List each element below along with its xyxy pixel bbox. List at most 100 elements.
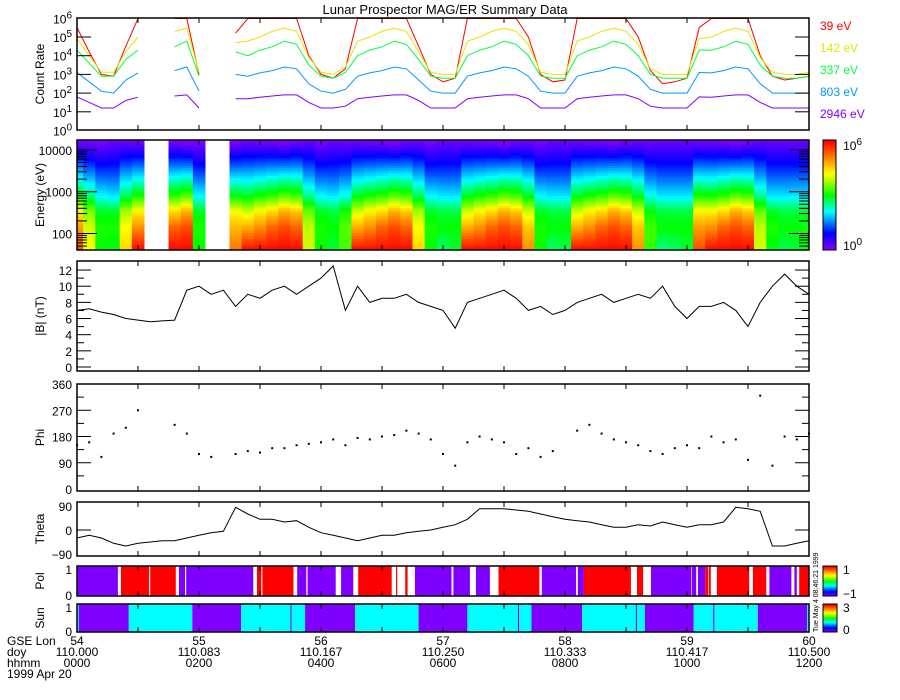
spectrogram-cell <box>119 215 133 219</box>
spectrogram-cell <box>363 142 377 146</box>
spectrogram-cell <box>729 230 743 234</box>
spectrogram-cell <box>558 182 572 186</box>
spectrogram-cell <box>314 190 328 194</box>
spectrogram-cell <box>95 177 108 181</box>
spectrogram-cell <box>131 205 145 209</box>
spectrogram-cell <box>607 142 621 146</box>
spectrogram-cell <box>424 233 438 236</box>
phi-tick-label: 180 <box>52 431 72 445</box>
spectrogram-cell <box>754 190 767 194</box>
spectrogram-cell <box>95 208 108 211</box>
spectrogram-cell <box>583 175 596 179</box>
spectrogram-cell <box>741 218 755 221</box>
spectrogram-cell <box>693 210 706 214</box>
spectrogram-cell <box>131 225 145 229</box>
spectrogram-cell <box>558 167 572 171</box>
spectrogram-cell <box>485 210 499 214</box>
spectrogram-cell <box>705 223 718 226</box>
spectrogram-cell <box>619 223 633 226</box>
spectrogram-cell <box>729 145 743 149</box>
spectrogram-cell <box>680 205 694 209</box>
spectrogram-cell <box>278 142 291 146</box>
spectrogram-cell <box>595 180 609 184</box>
spectrogram-cell <box>351 197 365 201</box>
spectrogram-cell <box>705 213 718 216</box>
spectrogram-cell <box>741 233 755 236</box>
spectrogram-cell <box>339 177 352 181</box>
spectrogram-cell <box>485 220 499 224</box>
spectrogram-cell <box>302 228 316 231</box>
spectrogram-cell <box>327 208 340 211</box>
spectrogram-cell <box>119 220 133 224</box>
spectrogram-cell <box>119 233 133 236</box>
spectrogram-cell <box>766 215 779 219</box>
spectrogram-cell <box>656 155 670 159</box>
spectrogram-cell <box>583 147 596 151</box>
spectrogram-cell <box>314 162 328 166</box>
spectrogram-cell <box>485 205 499 209</box>
spectrogram-cell <box>436 215 450 219</box>
spectrogram-cell <box>351 245 365 249</box>
spectrogram-cell <box>266 238 279 241</box>
spectrogram-cell <box>461 182 474 186</box>
spectrogram-cell <box>778 240 792 244</box>
spectrogram-cell <box>266 177 279 181</box>
spectrogram-cell <box>95 223 108 226</box>
spectrogram-cell <box>766 225 779 229</box>
spectrogram-cell <box>412 215 426 219</box>
spectrogram-cell <box>131 185 145 189</box>
polarity-segment <box>178 566 185 596</box>
spectrogram-cell <box>558 170 572 174</box>
spectrogram-cell <box>668 160 682 164</box>
spectrogram-cell <box>449 223 462 226</box>
spectrogram-cell <box>583 157 596 161</box>
spectrogram-cell <box>131 233 145 236</box>
spectrogram-cell <box>278 240 291 244</box>
phi-axis-title: Phi <box>33 429 47 446</box>
spectrogram-cell <box>339 215 352 219</box>
spectrogram-cell <box>290 147 304 151</box>
spectrogram-cell <box>632 185 645 189</box>
spectrogram-cell <box>192 230 206 234</box>
spectrogram-cell <box>741 215 755 219</box>
spectrogram-cell <box>424 162 438 166</box>
spectrogram-cell <box>266 147 279 151</box>
spectrogram-cell <box>327 220 340 224</box>
theta-axis-title: Theta <box>33 513 47 544</box>
spectrogram-cell <box>778 245 792 249</box>
spectrogram-cell <box>351 195 365 199</box>
spectrogram-cell <box>327 213 340 216</box>
spectrogram-cell <box>388 203 401 206</box>
spectrogram-cell <box>400 162 413 166</box>
spectrogram-cell <box>351 145 365 149</box>
polarity-segment <box>498 566 540 596</box>
spectrogram-cell <box>693 223 706 226</box>
spectrogram-cell <box>729 162 743 166</box>
spectrogram-cell <box>741 235 755 239</box>
spectrogram-cell <box>424 142 438 146</box>
spectrogram-cell <box>461 170 474 174</box>
spectrogram-cell <box>95 218 108 221</box>
spectrogram-cell <box>680 187 694 191</box>
spectrogram-cell <box>168 162 182 166</box>
spectrogram-cell <box>375 228 389 231</box>
spectrogram-cell <box>558 187 572 191</box>
spectrogram-cell <box>705 192 718 196</box>
spectrogram-cell <box>278 228 291 231</box>
spectrogram-cell <box>107 195 121 199</box>
spectrogram-cell <box>351 210 365 214</box>
spectrogram-cell <box>485 223 499 226</box>
sunlight-segment <box>519 604 532 632</box>
legend-entry: 2946 eV <box>820 107 865 121</box>
spectrogram-cell <box>119 185 133 189</box>
spectrogram-cell <box>388 233 401 236</box>
spectrogram-cell <box>83 185 96 189</box>
spectrogram-cell <box>607 215 621 219</box>
spectrogram-cell <box>192 205 206 209</box>
spectrogram-cell <box>363 152 377 156</box>
count-rate-line-1 <box>76 36 139 73</box>
spectrogram-cell <box>510 160 523 164</box>
spectrogram-cell <box>546 200 560 204</box>
spectrogram-cell <box>290 157 304 161</box>
spectrogram-cell <box>95 210 108 214</box>
